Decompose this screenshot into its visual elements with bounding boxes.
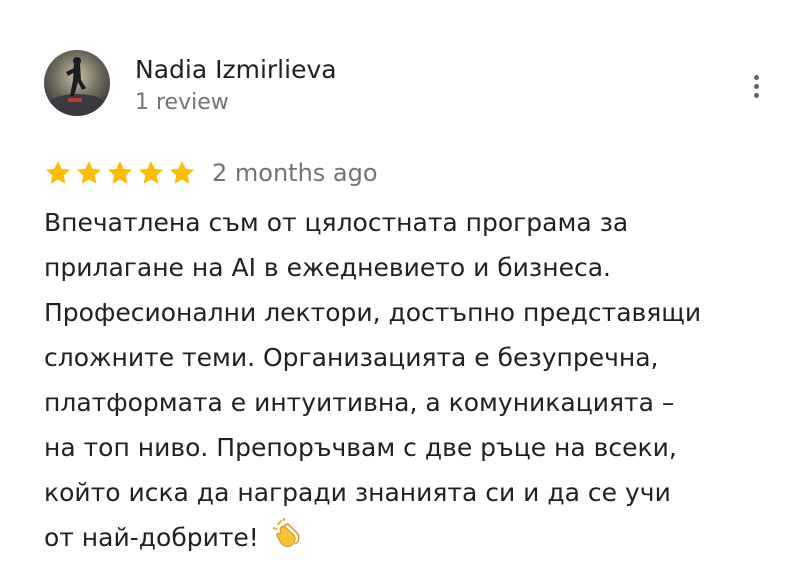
more-options-button[interactable]: [738, 66, 774, 106]
star-icon: [168, 159, 196, 187]
reviewer-review-count: 1 review: [135, 90, 229, 115]
more-vert-icon-dot: [753, 83, 759, 89]
rating-row: 2 months ago: [44, 155, 378, 191]
review-text-line: който иска да награди знанията си и да с…: [44, 478, 671, 507]
star-rating: [44, 159, 196, 187]
avatar-photo-icon: [44, 50, 110, 116]
review-text-line: Впечатлена съм от цялостната програма за: [44, 208, 629, 237]
review-text-line: прилагане на AI в ежедневието и бизнеса.: [44, 253, 611, 282]
review-text-line: сложните теми. Организацията е безупречн…: [44, 343, 659, 372]
review-text-last-line: от най-добрите!: [44, 515, 764, 562]
star-icon: [137, 159, 165, 187]
review-card: Nadia Izmirlieva 1 review 2 months ago В…: [0, 0, 800, 558]
more-vert-icon: [753, 74, 759, 80]
review-text-line: на топ ниво. Препоръчвам с две ръце на в…: [44, 433, 677, 462]
star-icon: [75, 159, 103, 187]
review-text-line: Професионални лектори, достъпно представ…: [44, 298, 702, 327]
reviewer-avatar[interactable]: [44, 50, 110, 116]
review-text: Впечатлена съм от цялостната програма за…: [44, 200, 764, 562]
star-icon: [106, 159, 134, 187]
star-icon: [44, 159, 72, 187]
more-vert-icon-dot: [753, 92, 759, 98]
reviewer-name[interactable]: Nadia Izmirlieva: [135, 53, 337, 87]
review-text-line: платформата е интуитивна, а комуникацият…: [44, 388, 675, 417]
review-date: 2 months ago: [212, 159, 378, 187]
clapping-hands-icon: [271, 515, 301, 562]
review-text-line: от най-добрите!: [44, 523, 259, 552]
